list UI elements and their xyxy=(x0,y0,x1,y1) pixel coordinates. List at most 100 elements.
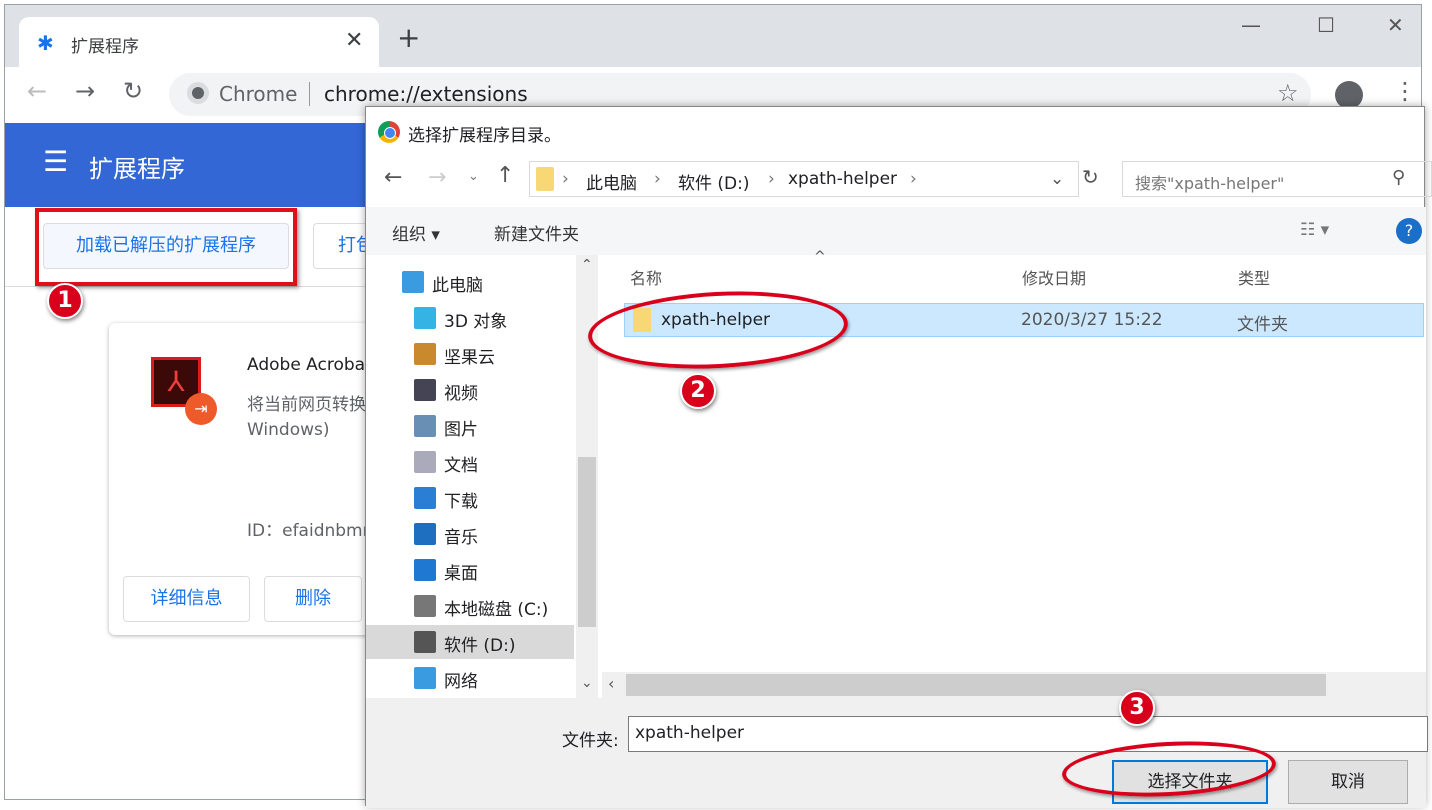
forward-icon[interactable]: → xyxy=(428,165,446,190)
new-tab-button[interactable]: + xyxy=(397,21,420,54)
close-window-icon[interactable]: ✕ xyxy=(1387,13,1404,37)
tab-strip: ✱ 扩展程序 ✕ + — ☐ ✕ xyxy=(5,5,1421,67)
nav-item-label: 3D 对象 xyxy=(444,312,508,332)
nut-cloud-icon xyxy=(414,343,436,365)
scroll-down-icon[interactable]: ⌄ xyxy=(581,675,593,691)
nav-item[interactable]: 桌面 xyxy=(366,553,574,587)
chevron-right-icon: › xyxy=(768,169,775,189)
back-icon[interactable]: ← xyxy=(27,77,47,105)
step-2-badge: 2 xyxy=(680,373,716,409)
hamburger-menu-icon[interactable]: ☰ xyxy=(43,145,68,178)
up-icon[interactable]: ↑ xyxy=(496,163,514,188)
nav-item-label: 网络 xyxy=(444,672,478,692)
nav-scroll-thumb[interactable] xyxy=(578,457,596,627)
nav-item[interactable]: 下载 xyxy=(366,481,574,515)
minimize-icon[interactable]: — xyxy=(1241,13,1261,37)
drive-d-icon xyxy=(414,631,436,653)
scroll-left-icon[interactable]: ‹ xyxy=(608,674,614,693)
reload-icon[interactable]: ↻ xyxy=(123,77,143,105)
extension-name: Adobe Acroba xyxy=(247,355,366,375)
breadcrumb-item[interactable]: 此电脑 xyxy=(586,169,637,194)
nav-item-label: 图片 xyxy=(444,420,478,440)
horizontal-scrollbar[interactable]: ‹ xyxy=(602,672,1426,698)
dialog-toolbar: 组织 ▾ 新建文件夹 ☷ ▾ ? xyxy=(366,207,1426,255)
chevron-right-icon: › xyxy=(562,169,569,189)
search-icon[interactable]: ⚲ xyxy=(1392,167,1405,188)
nav-item[interactable]: 3D 对象 xyxy=(366,301,574,335)
scroll-thumb[interactable] xyxy=(626,674,1326,696)
video-icon xyxy=(414,379,436,401)
scroll-up-icon[interactable]: ⌃ xyxy=(581,257,593,273)
extension-description-line2: Windows) xyxy=(247,420,330,440)
tab-extensions[interactable]: ✱ 扩展程序 ✕ xyxy=(19,17,379,67)
breadcrumb: › 此电脑 › 软件 (D:) › xpath-helper › ⌄ xyxy=(529,161,1079,197)
column-date[interactable]: 修改日期 xyxy=(1022,265,1086,289)
cancel-button[interactable]: 取消 xyxy=(1288,760,1408,804)
navigation-pane: 此电脑 3D 对象坚果云视频图片文档下载音乐桌面本地磁盘 (C:) 软件 (D:) 网… xyxy=(366,255,578,698)
nav-item-label: 桌面 xyxy=(444,564,478,584)
nav-item-label: 坚果云 xyxy=(444,348,495,368)
forward-icon[interactable]: → xyxy=(75,77,95,105)
view-options-icon[interactable]: ☷ ▾ xyxy=(1300,220,1329,240)
nav-item-label: 下载 xyxy=(444,492,478,512)
close-tab-icon[interactable]: ✕ xyxy=(345,28,363,53)
new-folder-button[interactable]: 新建文件夹 xyxy=(494,220,579,245)
maximize-icon[interactable]: ☐ xyxy=(1317,13,1335,37)
music-icon xyxy=(414,523,436,545)
network-icon xyxy=(414,667,436,689)
cube-3d-icon xyxy=(414,307,436,329)
nav-item-label: 本地磁盘 (C:) xyxy=(444,600,549,620)
divider xyxy=(309,82,310,106)
bookmark-star-icon[interactable]: ☆ xyxy=(1277,79,1299,107)
sort-ascending-icon: ^ xyxy=(814,249,826,265)
pictures-icon xyxy=(414,415,436,437)
nav-item[interactable]: 音乐 xyxy=(366,517,574,551)
site-label: Chrome xyxy=(219,82,298,106)
select-folder-dialog: 选择扩展程序目录。 ← → ⌄ ↑ › 此电脑 › 软件 (D:) › xpat… xyxy=(365,106,1432,808)
details-button[interactable]: 详细信息 xyxy=(123,576,250,622)
folder-label: 文件夹: xyxy=(562,731,619,751)
folder-name-input[interactable]: xpath-helper xyxy=(628,716,1428,752)
account-avatar-icon[interactable] xyxy=(1335,81,1363,109)
chevron-right-icon: › xyxy=(910,169,917,189)
search-input[interactable]: 搜索"xpath-helper" xyxy=(1122,161,1432,197)
column-type[interactable]: 类型 xyxy=(1238,265,1270,289)
extension-id: ID：efaidnbmn xyxy=(247,521,374,541)
help-icon[interactable]: ? xyxy=(1396,218,1422,244)
nav-item-label: 视频 xyxy=(444,384,478,404)
more-menu-icon[interactable]: ⋮ xyxy=(1393,77,1417,105)
url-text[interactable]: chrome://extensions xyxy=(324,82,528,106)
recent-dropdown-icon[interactable]: ⌄ xyxy=(468,169,479,184)
refresh-icon[interactable]: ↻ xyxy=(1082,165,1099,189)
chrome-site-icon xyxy=(187,82,209,104)
open-in-icon: ⇥ xyxy=(185,393,217,425)
nav-item[interactable]: 坚果云 xyxy=(366,337,574,371)
nav-item[interactable]: 图片 xyxy=(366,409,574,443)
chrome-logo-icon xyxy=(378,121,400,143)
extension-card: ⅄ ⇥ Adobe Acroba 将当前网页转换 Windows) ID：efa… xyxy=(109,323,409,635)
nav-item[interactable]: 视频 xyxy=(366,373,574,407)
nav-item[interactable]: 网络 xyxy=(366,661,574,695)
chevron-right-icon: › xyxy=(654,169,661,189)
file-date: 2020/3/27 15:22 xyxy=(1021,310,1163,330)
breadcrumb-item[interactable]: xpath-helper xyxy=(788,169,897,189)
organize-menu[interactable]: 组织 ▾ xyxy=(392,220,440,245)
download-icon xyxy=(414,487,436,509)
folder-icon xyxy=(536,167,554,191)
nav-item[interactable]: 文档 xyxy=(366,445,574,479)
nav-item[interactable]: 软件 (D:) xyxy=(366,625,574,659)
step-3-badge: 3 xyxy=(1119,690,1155,726)
step-1-badge: 1 xyxy=(47,283,83,319)
back-icon[interactable]: ← xyxy=(384,165,402,190)
nav-item[interactable]: 本地磁盘 (C:) xyxy=(366,589,574,623)
nav-item[interactable]: 此电脑 xyxy=(366,265,562,299)
chevron-down-icon[interactable]: ⌄ xyxy=(1050,169,1064,189)
nav-item-label: 软件 (D:) xyxy=(444,636,516,656)
puzzle-icon: ✱ xyxy=(37,31,54,55)
page-title: 扩展程序 xyxy=(89,155,185,183)
breadcrumb-item[interactable]: 软件 (D:) xyxy=(678,169,750,194)
column-name[interactable]: 名称 xyxy=(630,265,662,289)
tab-title: 扩展程序 xyxy=(71,37,139,57)
dialog-title: 选择扩展程序目录。 xyxy=(408,126,561,146)
remove-button[interactable]: 删除 xyxy=(264,576,362,622)
